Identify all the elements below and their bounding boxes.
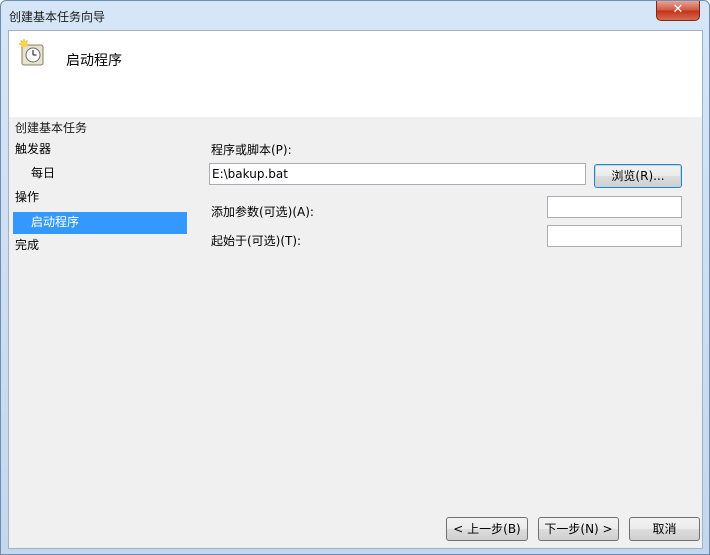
arguments-label: 添加参数(可选)(A):: [211, 205, 314, 219]
wizard-window: 创建基本任务向导 ✕ 启动程序 创建基本任务 触发器 每日 操作 启动程序 完成…: [0, 0, 710, 555]
nav-item-trigger[interactable]: 触发器: [15, 139, 185, 161]
next-button-label: 下一步(N) >: [544, 522, 613, 536]
next-button[interactable]: 下一步(N) >: [538, 517, 619, 541]
program-input[interactable]: [209, 163, 586, 185]
browse-button-label: 浏览(R)...: [611, 169, 665, 183]
nav-item-label: 触发器: [15, 142, 52, 156]
nav-item-action[interactable]: 操作: [15, 187, 185, 209]
back-button[interactable]: < 上一步(B): [446, 517, 528, 541]
wizard-client-area: 启动程序 创建基本任务 触发器 每日 操作 启动程序 完成 程序或脚本(P): …: [8, 30, 703, 549]
cancel-button[interactable]: 取消: [629, 517, 700, 541]
arguments-input[interactable]: [547, 196, 682, 218]
section-title: 创建基本任务: [15, 121, 88, 135]
nav-item-start-program[interactable]: 启动程序: [13, 212, 187, 234]
program-label: 程序或脚本(P):: [211, 143, 292, 157]
cancel-button-label: 取消: [652, 522, 677, 536]
nav-item-label: 启动程序: [31, 215, 80, 229]
nav-item-daily[interactable]: 每日: [31, 163, 185, 185]
nav-item-label: 每日: [31, 166, 56, 180]
back-button-label: < 上一步(B): [453, 522, 521, 536]
clock-icon: [19, 39, 44, 66]
start-in-input[interactable]: [547, 225, 682, 247]
wizard-header: 启动程序: [9, 31, 702, 117]
window-title: 创建基本任务向导: [9, 10, 106, 24]
nav-item-finish[interactable]: 完成: [15, 235, 185, 257]
nav-item-label: 操作: [15, 190, 40, 204]
close-button[interactable]: ✕: [656, 1, 700, 21]
page-title: 启动程序: [66, 53, 122, 69]
title-bar[interactable]: 创建基本任务向导 ✕: [1, 1, 709, 29]
browse-button[interactable]: 浏览(R)...: [594, 164, 682, 188]
nav-item-label: 完成: [15, 238, 40, 252]
close-icon: ✕: [672, 2, 684, 17]
start-in-label: 起始于(可选)(T):: [211, 234, 302, 248]
